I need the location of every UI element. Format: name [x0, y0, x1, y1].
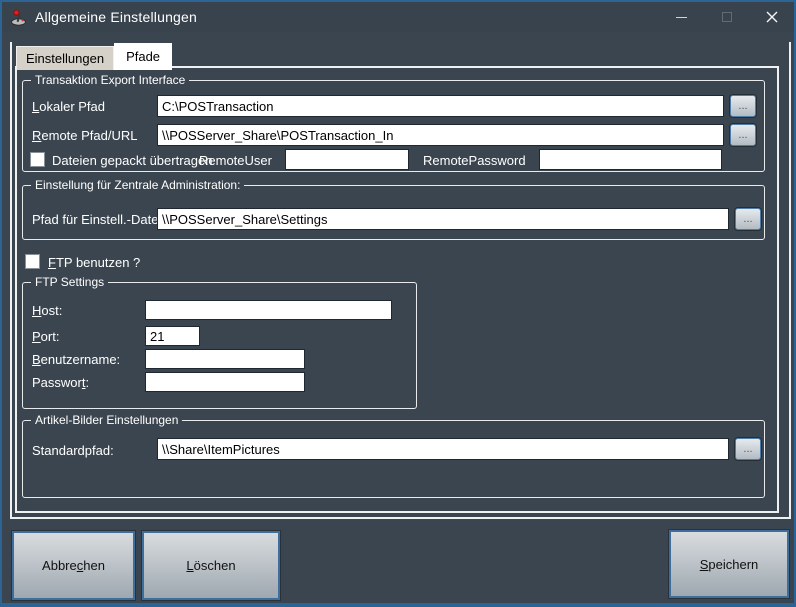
port-label: Port:	[32, 329, 59, 344]
host-input[interactable]	[145, 300, 392, 320]
dateien-gepackt-checkbox[interactable]	[30, 152, 45, 167]
abbrechen-button-label: Abbrechen	[42, 558, 105, 573]
benutzername-input[interactable]	[145, 349, 305, 369]
tab-einstellungen[interactable]: Einstellungen	[16, 46, 114, 70]
group-title: FTP Settings	[31, 275, 108, 289]
ftp-benutzen-label: FTP benutzen ?	[48, 255, 140, 270]
browse-lokaler-pfad-button[interactable]: ...	[730, 95, 756, 117]
close-icon	[766, 11, 778, 23]
group-title: Einstellung für Zentrale Administration:	[31, 178, 244, 192]
pfad-einstell-datei-input[interactable]	[157, 208, 729, 230]
close-button[interactable]	[749, 2, 794, 32]
maximize-icon	[722, 12, 732, 22]
maximize-button[interactable]	[704, 2, 749, 32]
host-label: Host:	[32, 303, 62, 318]
browse-einstell-datei-button[interactable]: ...	[735, 208, 761, 230]
dialog-allgemeine-einstellungen: Allgemeine Einstellungen Einstellungen P	[0, 0, 796, 607]
remote-pfad-label: Remote Pfad/URL	[32, 128, 138, 143]
browse-remote-pfad-button[interactable]: ...	[730, 124, 756, 146]
speichern-button-label: Speichern	[700, 557, 759, 572]
standardpfad-input[interactable]	[157, 438, 729, 460]
joystick-icon	[10, 9, 27, 26]
minimize-button[interactable]	[659, 2, 704, 32]
tab-pfade[interactable]: Pfade	[114, 43, 172, 70]
remote-password-label: RemotePassword	[423, 153, 526, 168]
dateien-gepackt-label: Dateien gepackt übertragen	[52, 153, 212, 168]
passwort-input[interactable]	[145, 372, 305, 392]
group-title: Artikel-Bilder Einstellungen	[31, 413, 182, 427]
passwort-label: Passwort:	[32, 375, 89, 390]
remote-pfad-input[interactable]	[157, 124, 724, 146]
remote-user-input[interactable]	[285, 149, 409, 170]
benutzername-label: Benutzername:	[32, 352, 120, 367]
ftp-benutzen-checkbox[interactable]	[25, 254, 40, 269]
window-title: Allgemeine Einstellungen	[35, 9, 197, 25]
loeschen-button-label: Löschen	[186, 558, 235, 573]
lokaler-pfad-label: Lokaler Pfad	[32, 99, 105, 114]
pfad-einstell-datei-label: Pfad für Einstell.-Datei	[32, 212, 161, 227]
group-title: Transaktion Export Interface	[31, 73, 189, 87]
standardpfad-label: Standardpfad:	[32, 443, 114, 458]
title-bar: Allgemeine Einstellungen	[2, 2, 794, 32]
lokaler-pfad-input[interactable]	[157, 95, 724, 117]
loeschen-button[interactable]: Löschen	[142, 531, 280, 600]
abbrechen-button[interactable]: Abbrechen	[12, 531, 135, 600]
port-input[interactable]	[145, 326, 200, 346]
browse-standardpfad-button[interactable]: ...	[735, 438, 761, 460]
caption-buttons	[659, 2, 794, 32]
remote-user-label: RemoteUser	[199, 153, 272, 168]
remote-password-input[interactable]	[539, 149, 722, 170]
minimize-icon	[676, 17, 687, 18]
tab-strip: Einstellungen Pfade	[16, 43, 172, 70]
speichern-button[interactable]: Speichern	[669, 530, 789, 598]
